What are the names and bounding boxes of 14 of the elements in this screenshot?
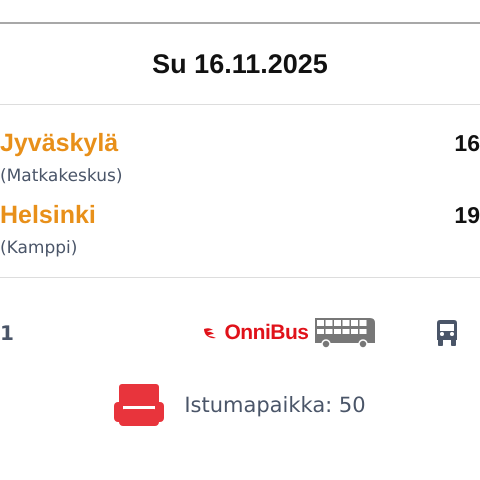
stop-place: (Matkakeskus) xyxy=(0,165,122,187)
brand-logo: OnniBus xyxy=(224,321,308,345)
stop-time: 16 xyxy=(454,129,480,157)
stop-time: 19 xyxy=(454,201,480,229)
flame-icon xyxy=(204,327,218,339)
route-number: 1 xyxy=(0,321,14,345)
stop-place: (Kamppi) xyxy=(0,237,78,259)
stop-city: Jyväskylä xyxy=(0,129,120,157)
double-decker-bus-icon xyxy=(314,317,376,349)
date-heading: Su 16.11.2025 xyxy=(152,48,328,80)
seat-count: Istumapaikka: 50 xyxy=(184,393,366,417)
stop-city: Helsinki xyxy=(0,201,96,229)
armchair-icon xyxy=(114,384,164,426)
bus-icon xyxy=(436,320,457,346)
